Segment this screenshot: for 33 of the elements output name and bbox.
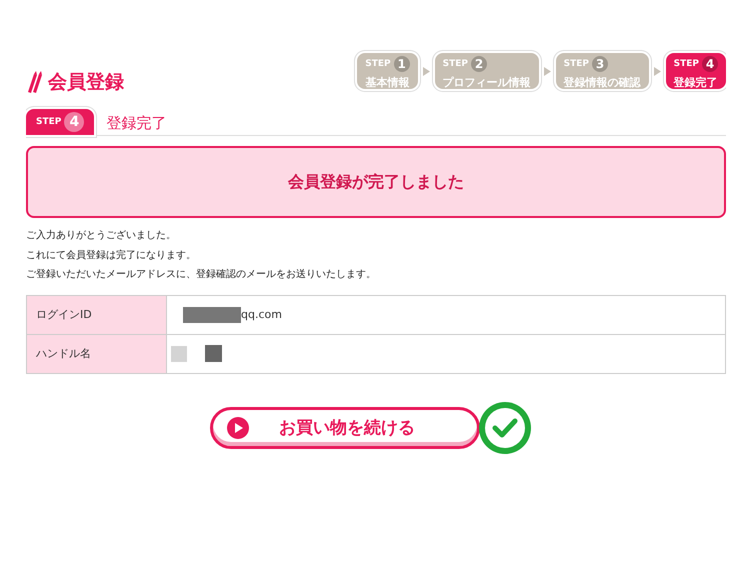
step-number: 4 [64,112,84,132]
arrow-icon [422,66,430,76]
message-text: ご登録いただいたメールアドレスに、登録確認のメールをお送りいたします。 [26,268,377,282]
step-label: STEP [564,58,589,68]
redaction-mark [205,345,222,362]
arrow-icon [544,66,551,76]
field-label: ログインID [26,295,166,334]
page-title: 会員登録 [48,70,124,95]
step-label: STEP [442,58,468,68]
redaction-mark [183,306,241,322]
check-icon [478,400,532,454]
message-text: これにて会員登録は完了になります。 [26,248,197,262]
step-name: 基本情報 [365,76,410,89]
section-title: 登録完了 [106,114,166,134]
arrow-icon [654,66,661,76]
step-label: STEP [674,58,699,68]
pencil-icon [26,71,44,93]
step-name: 登録完了 [674,76,718,89]
step-label: STEP [365,58,391,68]
field-label: ハンドル名 [26,334,166,373]
continue-shopping-button[interactable]: お買い物を続ける [210,406,480,448]
step-number: 1 [394,56,410,72]
message-text: ご入力ありがとうございました。 [26,228,177,243]
field-value: qq.com [241,308,282,321]
play-icon [227,416,249,438]
step-name: プロフィール情報 [442,76,531,89]
step-number: 4 [702,56,718,72]
completion-banner: 会員登録が完了しました [26,146,726,218]
redaction-mark [171,346,187,362]
step-name: 登録情報の確認 [564,76,641,89]
step-label: STEP [36,117,62,127]
step-number: 3 [592,56,608,72]
step-number: 2 [471,56,487,72]
